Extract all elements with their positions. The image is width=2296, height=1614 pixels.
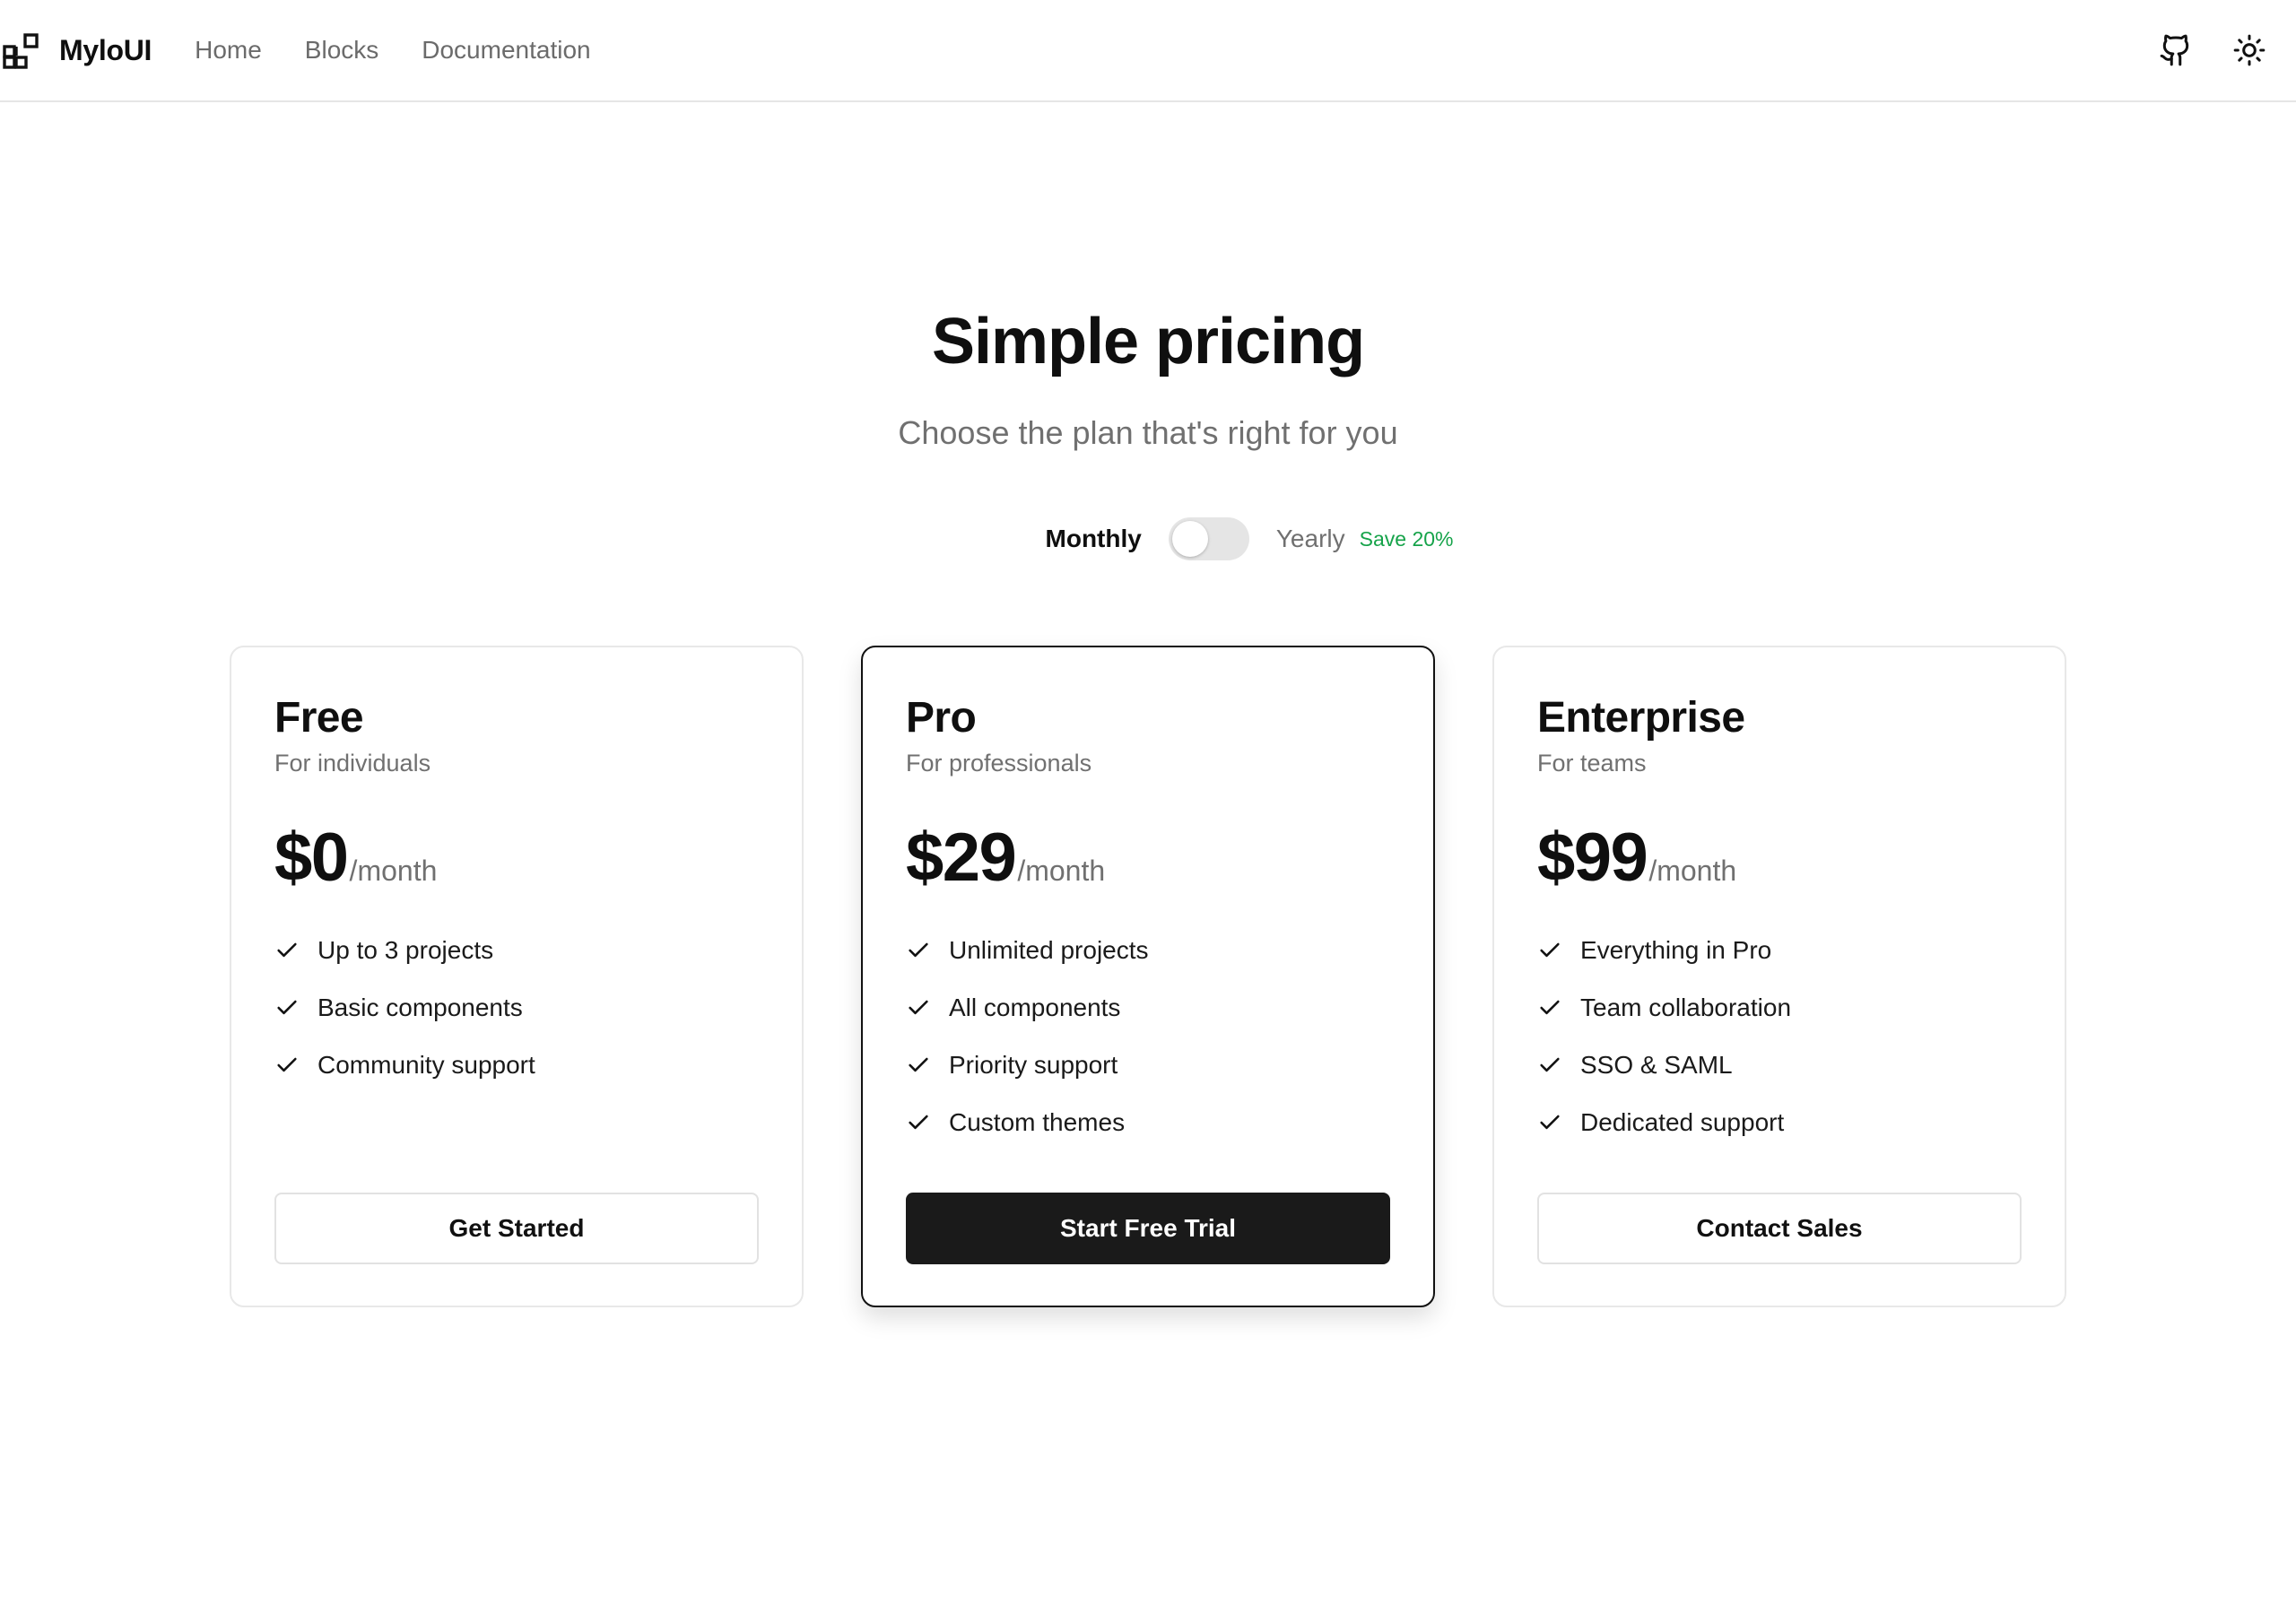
nav-link-blocks[interactable]: Blocks xyxy=(305,36,378,65)
feature-item: Up to 3 projects xyxy=(274,922,759,979)
feature-item: Community support xyxy=(274,1037,759,1094)
price-period: /month xyxy=(349,855,438,887)
start-free-trial-button[interactable]: Start Free Trial xyxy=(906,1193,1390,1264)
price-period: /month xyxy=(1648,855,1737,887)
pricing-cards: Free For individuals $0 /month Up to 3 p… xyxy=(230,646,2066,1307)
page-title: Simple pricing xyxy=(931,306,1365,377)
price-row: $29 /month xyxy=(906,823,1390,893)
feature-list: Up to 3 projects Basic components Commun… xyxy=(274,922,759,1094)
plan-price: $99 xyxy=(1537,820,1648,896)
plan-name: Free xyxy=(274,694,364,742)
check-icon xyxy=(1540,1000,1560,1015)
feature-item: Unlimited projects xyxy=(906,922,1390,979)
price-row: $99 /month xyxy=(1537,823,2022,893)
check-icon xyxy=(1540,942,1560,958)
check-icon xyxy=(277,1057,297,1072)
feature-item: Team collaboration xyxy=(1537,979,2022,1037)
feature-label: Custom themes xyxy=(949,1108,1126,1136)
theme-toggle-button[interactable] xyxy=(2222,23,2276,77)
feature-list: Unlimited projects All components Priori… xyxy=(906,922,1390,1151)
feature-item: Dedicated support xyxy=(1537,1094,2022,1151)
check-icon xyxy=(1540,1115,1560,1130)
billing-toggle-switch[interactable] xyxy=(1168,517,1249,560)
plan-price: $0 xyxy=(274,820,349,896)
feature-item: Basic components xyxy=(274,979,759,1037)
yearly-label[interactable]: Yearly xyxy=(1276,525,1345,553)
github-icon xyxy=(2160,34,2189,66)
check-icon xyxy=(909,1115,928,1130)
price-period: /month xyxy=(1017,855,1106,887)
feature-label: Everything in Pro xyxy=(1580,936,1772,964)
feature-list: Everything in Pro Team collaboration SSO… xyxy=(1537,922,2022,1151)
blocks-logo-icon xyxy=(3,33,39,69)
check-icon xyxy=(909,942,928,958)
nav-link-home[interactable]: Home xyxy=(195,36,262,65)
billing-period-switcher: Monthly Yearly Save 20% xyxy=(0,513,2296,565)
feature-label: SSO & SAML xyxy=(1580,1051,1733,1079)
feature-item: Custom themes xyxy=(906,1094,1390,1151)
github-button[interactable] xyxy=(2149,23,2203,77)
main-nav: Home Blocks Documentation xyxy=(195,36,591,65)
brand-name: MyloUI xyxy=(59,33,152,66)
feature-label: Up to 3 projects xyxy=(317,936,494,964)
save-badge: Save 20% xyxy=(1359,526,1454,551)
check-icon xyxy=(909,1000,928,1015)
feature-label: Priority support xyxy=(949,1051,1118,1079)
feature-item: Priority support xyxy=(906,1037,1390,1094)
check-icon xyxy=(277,942,297,958)
check-icon xyxy=(277,1000,297,1015)
check-icon xyxy=(909,1057,928,1072)
feature-label: Community support xyxy=(317,1051,535,1079)
feature-label: Team collaboration xyxy=(1580,994,1792,1021)
feature-label: Dedicated support xyxy=(1580,1108,1785,1136)
top-navbar: MyloUI Home Blocks Documentation xyxy=(0,0,2296,102)
get-started-button[interactable]: Get Started xyxy=(274,1193,759,1264)
feature-item: Everything in Pro xyxy=(1537,922,2022,979)
plan-name: Pro xyxy=(906,694,977,742)
plan-description: For individuals xyxy=(274,750,431,777)
plan-description: For professionals xyxy=(906,750,1092,777)
feature-item: SSO & SAML xyxy=(1537,1037,2022,1094)
plan-card-pro: Pro For professionals $29 /month Unlimit… xyxy=(861,646,1435,1307)
plan-price: $29 xyxy=(906,820,1017,896)
monthly-label[interactable]: Monthly xyxy=(1046,525,1142,553)
feature-item: All components xyxy=(906,979,1390,1037)
price-row: $0 /month xyxy=(274,823,759,893)
plan-card-enterprise: Enterprise For teams $99 /month Everythi… xyxy=(1492,646,2066,1307)
feature-label: All components xyxy=(949,994,1121,1021)
check-icon xyxy=(1540,1057,1560,1072)
feature-label: Unlimited projects xyxy=(949,936,1149,964)
brand-logo-link[interactable]: MyloUI xyxy=(2,30,152,70)
feature-label: Basic components xyxy=(317,994,523,1021)
nav-link-documentation[interactable]: Documentation xyxy=(422,36,590,65)
toggle-knob xyxy=(1171,521,1208,557)
header-actions xyxy=(2149,0,2296,100)
contact-sales-button[interactable]: Contact Sales xyxy=(1537,1193,2022,1264)
page-subtitle: Choose the plan that's right for you xyxy=(898,414,1398,451)
plan-description: For teams xyxy=(1537,750,1647,777)
plan-card-free: Free For individuals $0 /month Up to 3 p… xyxy=(230,646,804,1307)
plan-name: Enterprise xyxy=(1537,694,1745,742)
sun-icon xyxy=(2233,34,2266,66)
